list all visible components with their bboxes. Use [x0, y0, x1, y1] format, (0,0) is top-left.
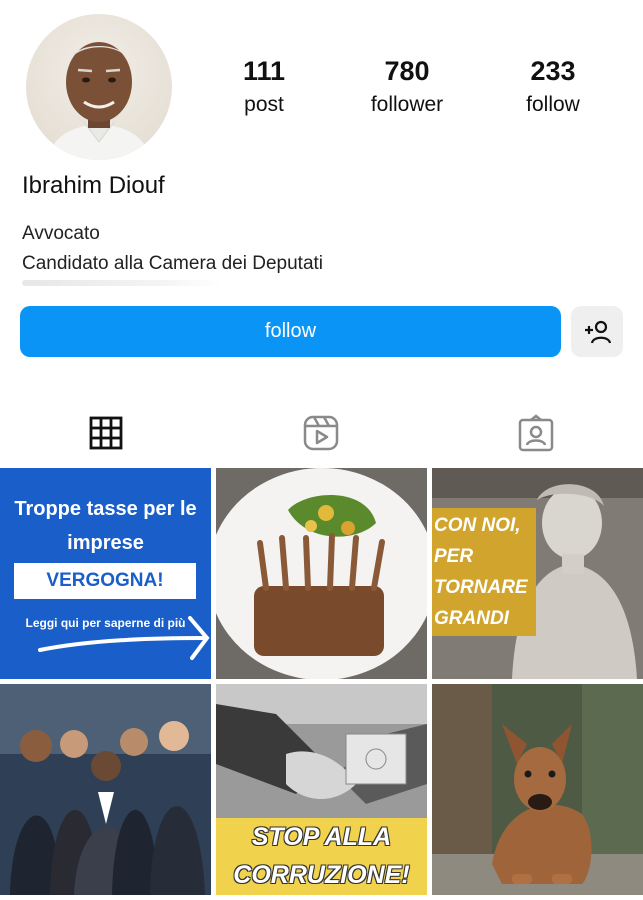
tab-grid[interactable] — [88, 414, 124, 452]
post-tile-corruption[interactable]: STOP ALLA CORRUZIONE! — [216, 684, 427, 895]
post-3-line: TORNARE — [434, 577, 528, 598]
business-team-photo — [0, 684, 211, 895]
grid-icon — [89, 416, 123, 450]
bio-line-candidacy: Candidato alla Camera dei Deputati — [22, 253, 324, 274]
following-stat[interactable]: 233 follow — [488, 55, 618, 119]
profile-name: Ibrahim Diouf — [22, 172, 165, 199]
post-3-text-box: CON NOI, PER TORNARE GRANDI — [432, 508, 536, 636]
arrow-icon — [38, 616, 210, 660]
following-label: follow — [526, 93, 580, 116]
post-tile-food[interactable] — [216, 468, 427, 679]
following-count: 233 — [530, 56, 576, 86]
followers-stat[interactable]: 780 follower — [342, 55, 472, 119]
post-3-line: GRANDI — [434, 608, 509, 629]
profile-avatar[interactable] — [26, 14, 172, 160]
bio-line-occupation: Avvocato — [22, 223, 100, 244]
post-3-line: CON NOI, — [434, 515, 521, 536]
followers-label: follower — [370, 93, 444, 116]
bio-faded-line — [22, 280, 222, 286]
post-tile-dog[interactable] — [432, 684, 643, 895]
add-person-icon — [585, 320, 611, 343]
post-5-text: STOP ALLA CORRUZIONE! — [216, 818, 427, 894]
reels-icon — [303, 415, 339, 451]
suggest-friends-button[interactable] — [571, 306, 623, 357]
post-5-line: CORRUZIONE! — [233, 861, 410, 889]
tab-reels[interactable] — [303, 414, 339, 452]
post-3-line: PER — [434, 546, 474, 567]
posts-count: 111 — [242, 56, 286, 86]
follow-button[interactable]: follow — [20, 306, 561, 357]
tab-tagged[interactable] — [518, 414, 554, 452]
tagged-icon — [518, 414, 554, 452]
posts-label: post — [244, 93, 284, 116]
posts-stat: 111 post — [199, 55, 329, 119]
avatar-image — [46, 42, 152, 160]
post-tile-statue[interactable]: CON NOI, PER TORNARE GRANDI — [432, 468, 643, 679]
followers-count: 780 — [384, 56, 430, 86]
food-photo — [216, 468, 427, 679]
post-tile-business-team[interactable] — [0, 684, 211, 895]
post-tile-taxes[interactable]: Troppe tasse per le imprese VERGOGNA! Le… — [0, 468, 211, 679]
dog-photo — [432, 684, 643, 895]
post-5-line: STOP ALLA — [251, 823, 392, 851]
